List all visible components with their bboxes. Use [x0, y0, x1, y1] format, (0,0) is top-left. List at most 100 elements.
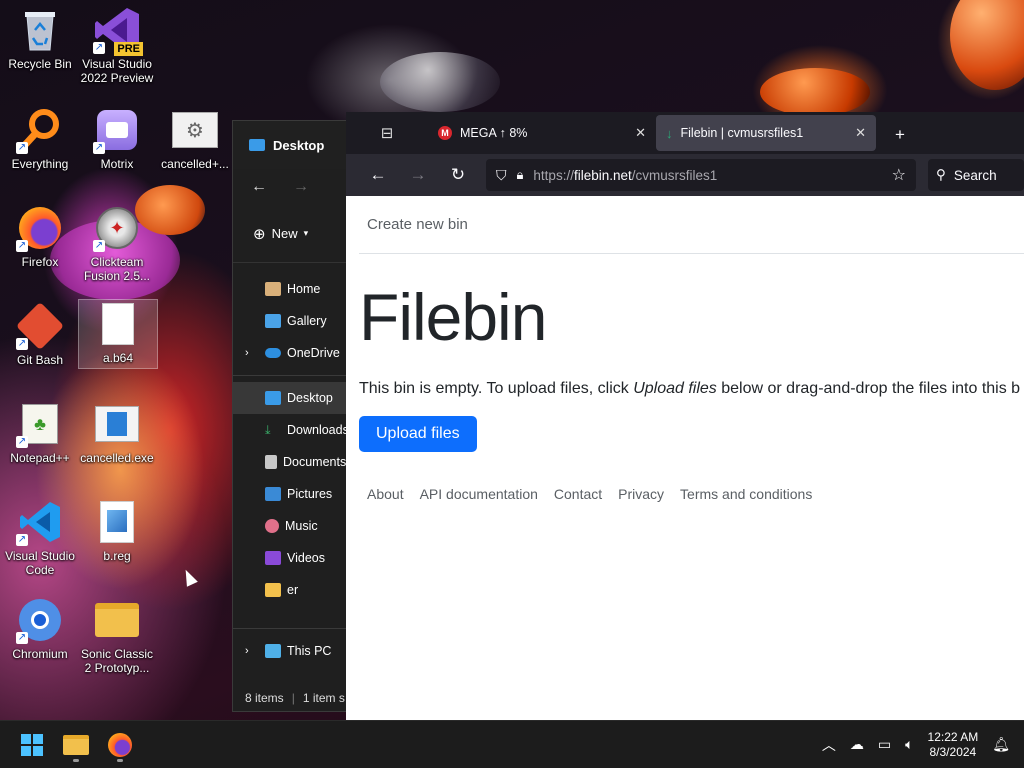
upload-files-button[interactable]: Upload files — [359, 416, 477, 452]
footer-link-terms[interactable]: Terms and conditions — [680, 486, 812, 502]
desktop-icon-everything[interactable]: ↗ Everything — [0, 106, 80, 171]
music-icon — [265, 519, 279, 533]
download-arrow-icon: ⤓ — [265, 422, 271, 437]
nav-item-gallery[interactable]: Gallery — [233, 305, 351, 337]
shortcut-arrow-icon: ↗ — [93, 142, 105, 154]
footer-links: About API documentation Contact Privacy … — [359, 486, 1024, 502]
desktop-icon-a-b64[interactable]: a.b64 — [78, 299, 158, 369]
bookmark-star-icon[interactable]: ☆ — [892, 165, 906, 185]
settings-file-icon: ⚙ — [171, 106, 219, 154]
nav-item-downloads[interactable]: ⤓ Downloads — [233, 414, 351, 446]
tab-bar: ⊟ M MEGA ↑ 8% ✕ ↓ Filebin | cvmusrsfiles… — [346, 112, 1024, 154]
running-indicator — [73, 758, 79, 762]
nav-item-desktop[interactable]: Desktop — [233, 382, 351, 414]
status-item-count: 8 items — [245, 691, 284, 705]
nav-item-this-pc[interactable]: › This PC — [233, 635, 351, 667]
monitor-icon — [265, 644, 281, 658]
shortcut-arrow-icon: ↗ — [16, 436, 28, 448]
taskbar-file-explorer[interactable] — [56, 725, 96, 765]
forward-arrow-icon: → — [409, 165, 427, 184]
firefox-icon: ↗ — [16, 204, 64, 252]
blank-file-icon — [94, 300, 142, 348]
desktop-icon-sonic-classic-2[interactable]: Sonic Classic 2 Prototyp... — [77, 596, 157, 675]
desktop-icon-firefox[interactable]: ↗ Firefox — [0, 204, 80, 269]
desktop-icon-recycle-bin[interactable]: Recycle Bin — [0, 6, 80, 71]
nav-item-music[interactable]: Music — [233, 510, 351, 542]
nav-item-onedrive[interactable]: › OneDrive — [233, 337, 351, 369]
tab-filebin[interactable]: ↓ Filebin | cvmusrsfiles1 ✕ — [656, 115, 876, 151]
url-text: https://filebin.net/cvmusrsfiles1 — [533, 167, 718, 183]
search-icon: ⚲ — [936, 167, 946, 182]
desktop-icon-notepad-plus-plus[interactable]: ♣ ↗ Notepad++ — [0, 400, 80, 465]
desktop-icon-visual-studio-code[interactable]: ↗ Visual Studio Code — [0, 498, 80, 577]
show-hidden-icons-chevron-icon[interactable]: ︿ — [822, 735, 836, 755]
url-bar[interactable]: ⛉ 🔒︎ https://filebin.net/cvmusrsfiles1 ☆ — [486, 159, 916, 191]
nav-item-home[interactable]: Home — [233, 273, 351, 305]
onedrive-offline-icon[interactable]: ☁ — [850, 736, 864, 753]
close-tab-icon[interactable]: ✕ — [855, 125, 866, 141]
document-icon — [265, 455, 277, 469]
desktop-icon-b-reg[interactable]: b.reg — [77, 498, 157, 563]
filebin-favicon-icon: ↓ — [666, 125, 673, 141]
tab-list-icon: ⊟ — [380, 125, 394, 142]
navigation-toolbar: ← → ↻ ⛉ 🔒︎ https://filebin.net/cvmusrsfi… — [346, 154, 1024, 196]
desktop-icon-cancelled-exe[interactable]: cancelled.exe — [77, 400, 157, 465]
new-button[interactable]: ⊕ New ▾ — [233, 205, 351, 263]
list-all-tabs-button[interactable]: ⊟ — [346, 112, 428, 154]
desktop-icon-visual-studio-2022-preview[interactable]: PRE ↗ Visual Studio 2022 Preview — [77, 6, 157, 85]
nav-item-er[interactable]: er — [233, 574, 351, 606]
volume-muted-icon[interactable]: 🔈︎ — [905, 736, 913, 753]
tab-mega[interactable]: M MEGA ↑ 8% ✕ — [428, 115, 656, 151]
clickteam-fusion-icon: ✦ ↗ — [93, 204, 141, 252]
page-navbar: Create new bin — [359, 196, 1024, 254]
new-tab-button[interactable]: + — [882, 120, 918, 150]
windows-logo-icon — [21, 733, 43, 756]
wallpaper-orb — [950, 0, 1024, 90]
chevron-right-icon: › — [245, 645, 249, 657]
wallpaper-orb — [380, 52, 500, 112]
desktop-icon-chromium[interactable]: ↗ Chromium — [0, 596, 80, 661]
folder-icon — [265, 583, 281, 597]
file-explorer-window[interactable]: Desktop ← → ⊕ New ▾ Home Gallery › OneDri… — [232, 120, 352, 712]
start-button[interactable] — [12, 725, 52, 765]
running-indicator — [117, 758, 123, 762]
taskbar-firefox[interactable] — [100, 725, 140, 765]
footer-link-privacy[interactable]: Privacy — [618, 486, 664, 502]
forward-button[interactable]: → — [400, 160, 436, 190]
footer-link-api-documentation[interactable]: API documentation — [420, 486, 538, 502]
status-divider: | — [291, 691, 295, 705]
tab-title: Filebin | cvmusrsfiles1 — [680, 126, 804, 140]
back-arrow-icon: ← — [369, 165, 387, 184]
desktop-icon-motrix[interactable]: ↗ Motrix — [77, 106, 157, 171]
plus-icon: + — [895, 125, 905, 144]
firefox-browser-window[interactable]: ⊟ M MEGA ↑ 8% ✕ ↓ Filebin | cvmusrsfiles… — [346, 112, 1024, 720]
nav-item-videos[interactable]: Videos — [233, 542, 351, 574]
shortcut-arrow-icon: ↗ — [16, 142, 28, 154]
plus-circle-icon: ⊕ — [253, 225, 266, 243]
taskbar: ︿ ☁ ▭ 🔈︎ 12:22 AM 8/3/2024 🔔︎ — [0, 720, 1024, 768]
shield-icon: ⛉ — [496, 166, 507, 183]
nav-item-documents[interactable]: Documents — [233, 446, 351, 478]
back-button[interactable]: ← — [360, 160, 396, 190]
shortcut-arrow-icon: ↗ — [16, 632, 28, 644]
search-box[interactable]: ⚲ Search — [928, 159, 1024, 191]
create-new-bin-link[interactable]: Create new bin — [367, 216, 468, 233]
desktop-icon-clickteam-fusion[interactable]: ✦ ↗ Clickteam Fusion 2.5... — [77, 204, 157, 283]
everything-magnifier-icon: ↗ — [16, 106, 64, 154]
footer-link-contact[interactable]: Contact — [554, 486, 602, 502]
desktop-icon-cancelled-plus[interactable]: ⚙ cancelled+... — [155, 106, 235, 171]
footer-link-about[interactable]: About — [367, 486, 404, 502]
status-selected-count: 1 item s — [302, 691, 345, 705]
close-tab-icon[interactable]: ✕ — [635, 125, 646, 141]
reload-button[interactable]: ↻ — [440, 160, 476, 190]
new-button-label: New — [271, 226, 298, 241]
clock[interactable]: 12:22 AM 8/3/2024 — [928, 730, 979, 760]
preview-badge: PRE — [114, 42, 143, 56]
notification-bell-icon[interactable]: 🔔︎ — [992, 736, 1010, 753]
forward-arrow-icon[interactable]: → — [293, 178, 309, 196]
nav-item-pictures[interactable]: Pictures — [233, 478, 351, 510]
network-icon[interactable]: ▭ — [878, 736, 891, 753]
explorer-titlebar: Desktop — [233, 121, 351, 169]
back-arrow-icon[interactable]: ← — [251, 178, 267, 196]
desktop-icon-git-bash[interactable]: ↗ Git Bash — [0, 301, 80, 367]
